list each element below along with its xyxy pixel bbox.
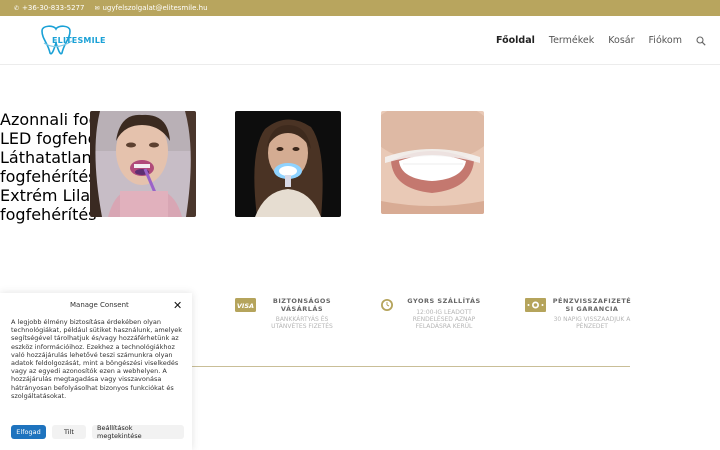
feature-subtext: 12:00-IG LEADOTT [416,309,472,316]
feature-secure-payment: BIZTONSÁGOS VÁSÁRLÁS BANKKÁRTYÁS ÉS UTÁN… [262,297,342,330]
logo-text: ELITESMILE [52,36,106,45]
phone-icon: ✆ [14,4,20,12]
feature-heading: PÉNZVISSZAFIZETÉ [552,297,632,305]
feature-heading: VÁSÁRLÁS [280,305,324,313]
feature-subtext: UTÁNVÉTES FIZETÉS [271,323,333,330]
accept-button[interactable]: Elfogad [11,425,46,439]
feature-fast-shipping: GYORS SZÁLLÍTÁS 12:00-IG LEADOTT RENDELÉ… [402,297,486,330]
cash-icon [525,298,546,312]
product-image-invisible-strip[interactable] [372,101,492,214]
feature-subtext: PÉNZEDET [576,323,608,330]
product-grid: Azonnali fogfehérítés LED fogfehérítés L… [0,101,720,224]
feature-subtext: FELADÁSRA KERÜL [415,323,473,330]
nav-item-account[interactable]: Fiókom [649,35,682,46]
feature-subtext: 30 NAPIG VISSZAADJUK A [553,316,631,323]
feature-heading: GYORS SZÁLLÍTÁS [407,297,481,305]
product-card[interactable] [372,101,492,218]
cookie-consent-panel: Manage Consent ✕ A legjobb élmény biztos… [0,293,192,450]
site-header: ELITESMILE Főoldal Termékek Kosár Fiókom [0,16,720,65]
phone-link[interactable]: ✆ +36-30-833-5277 [14,4,84,12]
nav-item-cart[interactable]: Kosár [608,35,634,46]
close-icon[interactable]: ✕ [173,299,182,312]
feature-money-back: PÉNZVISSZAFIZETÉ SI GARANCIA 30 NAPIG VI… [550,297,634,330]
feature-subtext: RENDELÉSED AZNAP [412,316,476,323]
consent-buttons: Elfogad Tilt Beállítások megtekintése [11,424,184,440]
search-icon[interactable] [696,35,706,46]
main-nav: Főoldal Termékek Kosár Fiókom [496,35,706,46]
product-image-purple-brush[interactable] [90,111,196,217]
top-bar: ✆ +36-30-833-5277 ✉ ugyfelszolgalat@elit… [0,0,720,16]
product-card[interactable] [235,111,341,221]
consent-heading: Manage Consent [70,301,129,309]
clock-icon [381,299,393,311]
email-link[interactable]: ✉ ugyfelszolgalat@elitesmile.hu [94,4,207,12]
deny-button[interactable]: Tilt [52,425,86,439]
nav-item-home[interactable]: Főoldal [496,35,535,46]
consent-body-text: A legjobb élmény biztosítása érdekében o… [11,318,183,400]
section-divider [190,366,630,367]
feature-subtext: BANKKÁRTYÁS ÉS [275,316,329,323]
feature-heading: BIZTONSÁGOS [272,297,332,305]
visa-card-icon: VISA [235,298,256,312]
visa-card-icon-text: VISA [237,302,254,310]
nav-item-products[interactable]: Termékek [549,35,594,46]
product-image-led-device[interactable] [235,111,341,217]
product-card[interactable] [90,111,196,221]
envelope-icon: ✉ [94,4,100,12]
email-address: ugyfelszolgalat@elitesmile.hu [102,4,208,12]
view-preferences-button[interactable]: Beállítások megtekintése [92,424,184,440]
feature-heading: SI GARANCIA [565,305,619,313]
phone-number: +36-30-833-5277 [22,4,85,12]
